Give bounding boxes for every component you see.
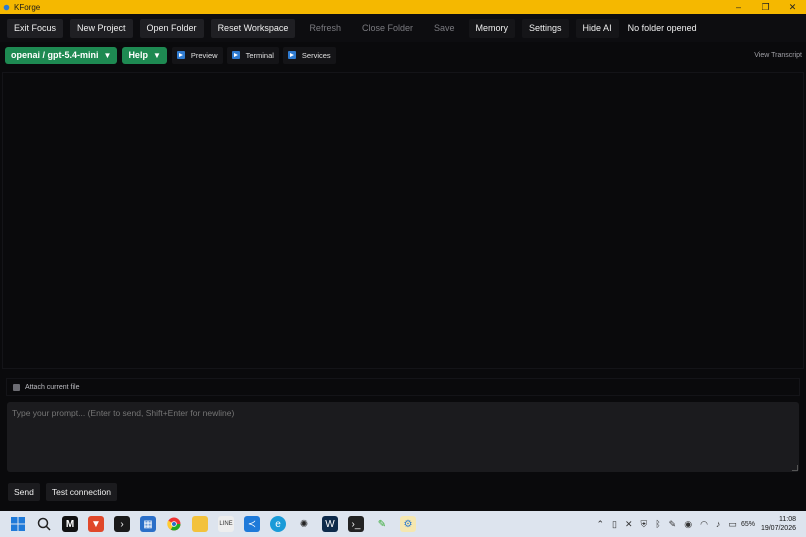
model-selector[interactable]: openai / gpt-5.4-mini ▼ xyxy=(5,46,118,64)
title-bar: KForge – ❐ ✕ xyxy=(0,0,806,14)
network-icon[interactable]: ◉ xyxy=(684,519,692,530)
composer-actions: Send Test connection xyxy=(8,483,117,501)
paint-icon[interactable]: ✎ xyxy=(374,516,390,532)
terminal-label: Terminal xyxy=(245,50,274,60)
clock[interactable]: 11:08 19/07/2026 xyxy=(761,515,796,533)
volume-icon[interactable]: ♪ xyxy=(716,519,721,529)
chevron-down-icon: ▼ xyxy=(103,50,112,60)
battery-percent: 65% xyxy=(740,520,755,528)
close-folder-button[interactable]: Close Folder xyxy=(355,19,420,38)
test-connection-button[interactable]: Test connection xyxy=(45,483,117,501)
main-toolbar: Exit Focus New Project Open Folder Reset… xyxy=(0,14,806,42)
pen-icon[interactable]: ✎ xyxy=(669,519,677,530)
exit-focus-button[interactable]: Exit Focus xyxy=(7,18,64,38)
app-icon xyxy=(3,4,10,10)
play-icon xyxy=(176,51,185,59)
webstorm-icon[interactable]: W xyxy=(322,516,338,532)
powershell-icon[interactable]: › xyxy=(114,516,130,532)
send-button[interactable]: Send xyxy=(8,483,40,501)
search-icon[interactable] xyxy=(36,516,52,532)
windows-start-icon[interactable] xyxy=(10,516,26,532)
chevron-up-icon[interactable]: ⌃ xyxy=(596,519,604,530)
clock-time: 11:08 xyxy=(779,516,796,523)
help-label: Help xyxy=(128,50,148,60)
ai-controls-row: openai / gpt-5.4-mini ▼ Help ▼ Preview T… xyxy=(0,44,806,66)
preview-label: Preview xyxy=(190,50,218,60)
save-button[interactable]: Save xyxy=(427,19,462,38)
resize-handle[interactable] xyxy=(792,465,798,471)
memory-button[interactable]: Memory xyxy=(468,18,516,38)
settings-button[interactable]: Settings xyxy=(522,18,569,38)
line-app-icon[interactable]: LINE xyxy=(218,516,234,532)
kforge-taskbar-icon[interactable]: ⚙ xyxy=(400,516,416,532)
battery-icon[interactable]: ▭ xyxy=(728,519,737,530)
close-tray-icon[interactable]: ✕ xyxy=(625,519,633,530)
play-icon xyxy=(231,51,240,59)
chatgpt-icon[interactable]: ✺ xyxy=(296,516,312,532)
attach-label: Attach current file xyxy=(25,383,80,391)
prompt-input[interactable] xyxy=(7,402,799,472)
new-project-button[interactable]: New Project xyxy=(70,18,133,38)
hide-ai-button[interactable]: Hide AI xyxy=(575,18,619,38)
bluetooth-icon[interactable]: ᛒ xyxy=(655,519,660,529)
file-explorer-icon[interactable] xyxy=(192,516,208,532)
brave-icon[interactable]: ▼ xyxy=(88,516,104,532)
attach-row: Attach current file xyxy=(6,378,800,396)
attach-checkbox[interactable] xyxy=(13,383,20,391)
folder-status: No folder opened xyxy=(627,23,697,33)
store-icon[interactable]: ▦ xyxy=(140,516,156,532)
terminal-app-icon[interactable]: ›_ xyxy=(348,516,364,532)
vscode-icon[interactable]: ≺ xyxy=(244,516,260,532)
services-label: Services xyxy=(301,50,331,60)
transcript-panel[interactable] xyxy=(2,72,804,369)
open-folder-button[interactable]: Open Folder xyxy=(139,18,204,38)
model-label: openai / gpt-5.4-mini xyxy=(11,50,99,60)
refresh-button[interactable]: Refresh xyxy=(302,19,348,38)
play-icon xyxy=(287,51,296,59)
shield-icon[interactable]: ⛨ xyxy=(640,519,647,530)
help-menu[interactable]: Help ▼ xyxy=(122,46,167,64)
edge-icon[interactable]: e xyxy=(270,516,286,532)
terminal-button[interactable]: Terminal xyxy=(226,46,279,64)
wifi-icon[interactable]: ◠ xyxy=(700,519,708,530)
preview-button[interactable]: Preview xyxy=(171,46,223,64)
usb-icon[interactable]: ▯ xyxy=(612,519,617,530)
minimize-button[interactable]: – xyxy=(725,0,752,14)
services-button[interactable]: Services xyxy=(282,46,336,64)
close-button[interactable]: ✕ xyxy=(779,0,806,14)
reset-workspace-button[interactable]: Reset Workspace xyxy=(210,18,296,38)
chrome-icon[interactable] xyxy=(166,516,182,532)
taskbar: M ▼ › ▦ LINE ≺ e ✺ W ›_ ✎ ⚙ ⌃ ▯ ✕ ⛨ ᛒ ✎ … xyxy=(0,511,806,537)
maximize-button[interactable]: ❐ xyxy=(752,0,779,14)
m-app-icon[interactable]: M xyxy=(62,516,78,532)
window-title: KForge xyxy=(14,2,41,12)
view-transcript-link[interactable]: View Transcript xyxy=(754,52,802,59)
chevron-down-icon: ▼ xyxy=(152,50,161,60)
clock-date: 19/07/2026 xyxy=(760,525,796,532)
system-tray: ⌃ ▯ ✕ ⛨ ᛒ ✎ ◉ ◠ ♪ ▭ 65% 11:08 19/07/2026 xyxy=(592,511,806,537)
